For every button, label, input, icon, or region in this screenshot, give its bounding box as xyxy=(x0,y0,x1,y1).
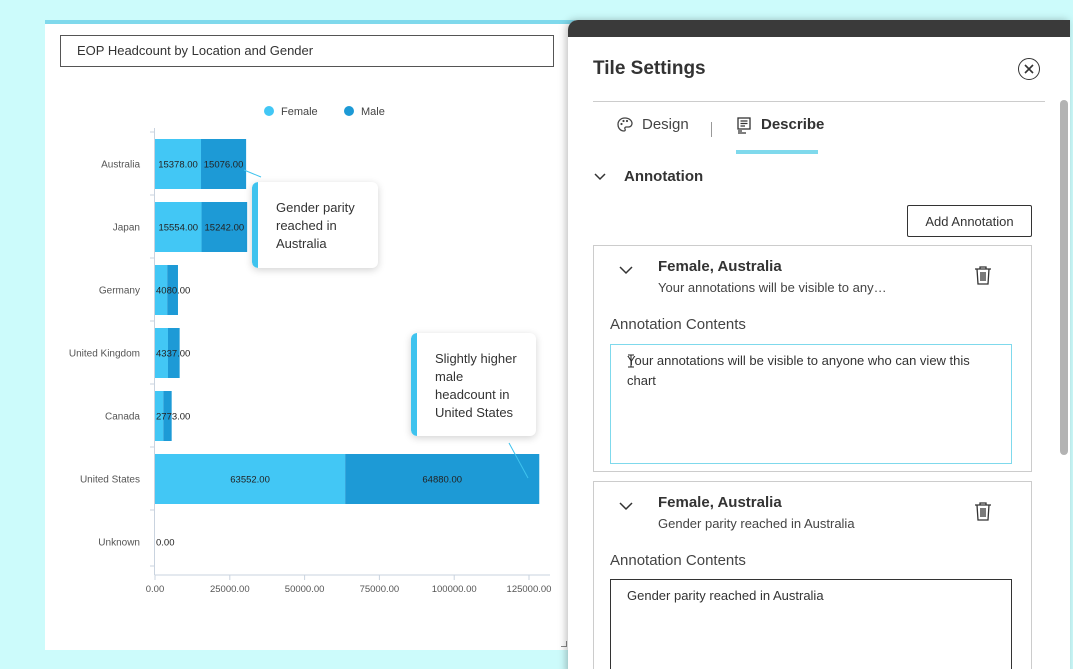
resize-handle[interactable] xyxy=(561,641,567,647)
annotation-text: Slightly higher male headcount in United… xyxy=(435,351,517,420)
category-label: United Kingdom xyxy=(69,349,140,360)
annotation-section-header[interactable]: Annotation xyxy=(594,168,703,185)
chart-title-input[interactable]: EOP Headcount by Location and Gender xyxy=(60,35,554,67)
panel-top-bar xyxy=(568,20,1070,37)
x-tick-label: 0.00 xyxy=(146,584,165,595)
x-tick-label: 125000.00 xyxy=(507,584,552,595)
chart-card: Female Male Australia 15378.00 15076.00 Japan… xyxy=(45,20,575,650)
section-title: Annotation xyxy=(624,168,704,185)
chevron-down-icon[interactable] xyxy=(619,266,633,275)
annotation-stripe xyxy=(252,182,258,268)
annotation-card-subtitle: Gender parity reached in Australia xyxy=(658,516,855,531)
chart-annotation-united-states[interactable]: Slightly higher male headcount in United… xyxy=(411,333,536,436)
legend-marker-male xyxy=(344,106,354,116)
tab-describe[interactable]: Describe xyxy=(736,116,824,154)
data-label-male: 15242.00 xyxy=(205,223,245,234)
x-tick-label: 75000.00 xyxy=(360,584,400,595)
annotation-card-title: Female, Australia xyxy=(658,258,782,275)
chevron-down-icon[interactable] xyxy=(619,502,633,511)
annotation-card: Female, Australia Gender parity reached … xyxy=(593,481,1032,669)
chart-annotation-australia[interactable]: Gender parity reached in Australia xyxy=(252,182,378,268)
data-label: 0.00 xyxy=(156,538,175,549)
palette-icon xyxy=(617,117,633,132)
legend-marker-female xyxy=(264,106,274,116)
data-label-male: 15076.00 xyxy=(204,160,244,171)
annotation-card-subtitle: Your annotations will be visible to any… xyxy=(658,280,887,295)
annotation-connector xyxy=(243,169,262,178)
tab-design-label: Design xyxy=(642,116,689,133)
annotation-text: Gender parity reached in Australia xyxy=(276,200,355,251)
x-tick-label: 25000.00 xyxy=(210,584,250,595)
category-label: Japan xyxy=(113,223,140,234)
active-tab-indicator xyxy=(736,150,818,154)
category-label: Canada xyxy=(105,412,140,423)
tab-design[interactable]: Design xyxy=(616,116,689,154)
close-button[interactable] xyxy=(1018,58,1040,80)
annotation-contents-textarea[interactable] xyxy=(610,344,1012,464)
legend-label-female: Female xyxy=(281,106,318,118)
tile-settings-panel: Tile Settings Design Describe Annotation… xyxy=(568,20,1070,669)
data-label-female: 15554.00 xyxy=(158,223,198,234)
panel-scrollbar-thumb[interactable] xyxy=(1060,100,1068,455)
x-tick-label: 100000.00 xyxy=(432,584,477,595)
category-label: Unknown xyxy=(98,538,140,549)
chevron-down-icon xyxy=(594,172,606,180)
tab-separator xyxy=(711,122,712,137)
trash-icon[interactable] xyxy=(974,501,992,521)
x-tick-label: 50000.00 xyxy=(285,584,325,595)
category-label: Germany xyxy=(99,286,140,297)
annotation-contents-label: Annotation Contents xyxy=(610,552,746,569)
text-cursor-icon xyxy=(628,354,634,368)
annotation-card: Female, Australia Your annotations will … xyxy=(593,245,1032,472)
annotation-contents-label: Annotation Contents xyxy=(610,316,746,333)
annotation-card-title: Female, Australia xyxy=(658,494,782,511)
trash-icon[interactable] xyxy=(974,265,992,285)
divider xyxy=(593,101,1045,102)
category-label: United States xyxy=(80,475,140,486)
legend-label-male: Male xyxy=(361,106,385,118)
data-label: 2773.00 xyxy=(156,412,190,423)
add-annotation-button[interactable]: Add Annotation xyxy=(907,205,1032,237)
close-icon xyxy=(1024,64,1034,74)
data-label-female: 15378.00 xyxy=(158,160,198,171)
describe-icon xyxy=(737,117,751,134)
annotation-contents-textarea[interactable] xyxy=(610,579,1012,669)
category-label: Australia xyxy=(101,160,140,171)
annotation-stripe xyxy=(411,333,417,436)
data-label: 4337.00 xyxy=(156,349,190,360)
data-label-female: 63552.00 xyxy=(230,475,270,486)
data-label: 4080.00 xyxy=(156,286,190,297)
panel-title: Tile Settings xyxy=(593,58,706,79)
data-label-male: 64880.00 xyxy=(422,475,462,486)
tab-describe-label: Describe xyxy=(761,116,825,133)
